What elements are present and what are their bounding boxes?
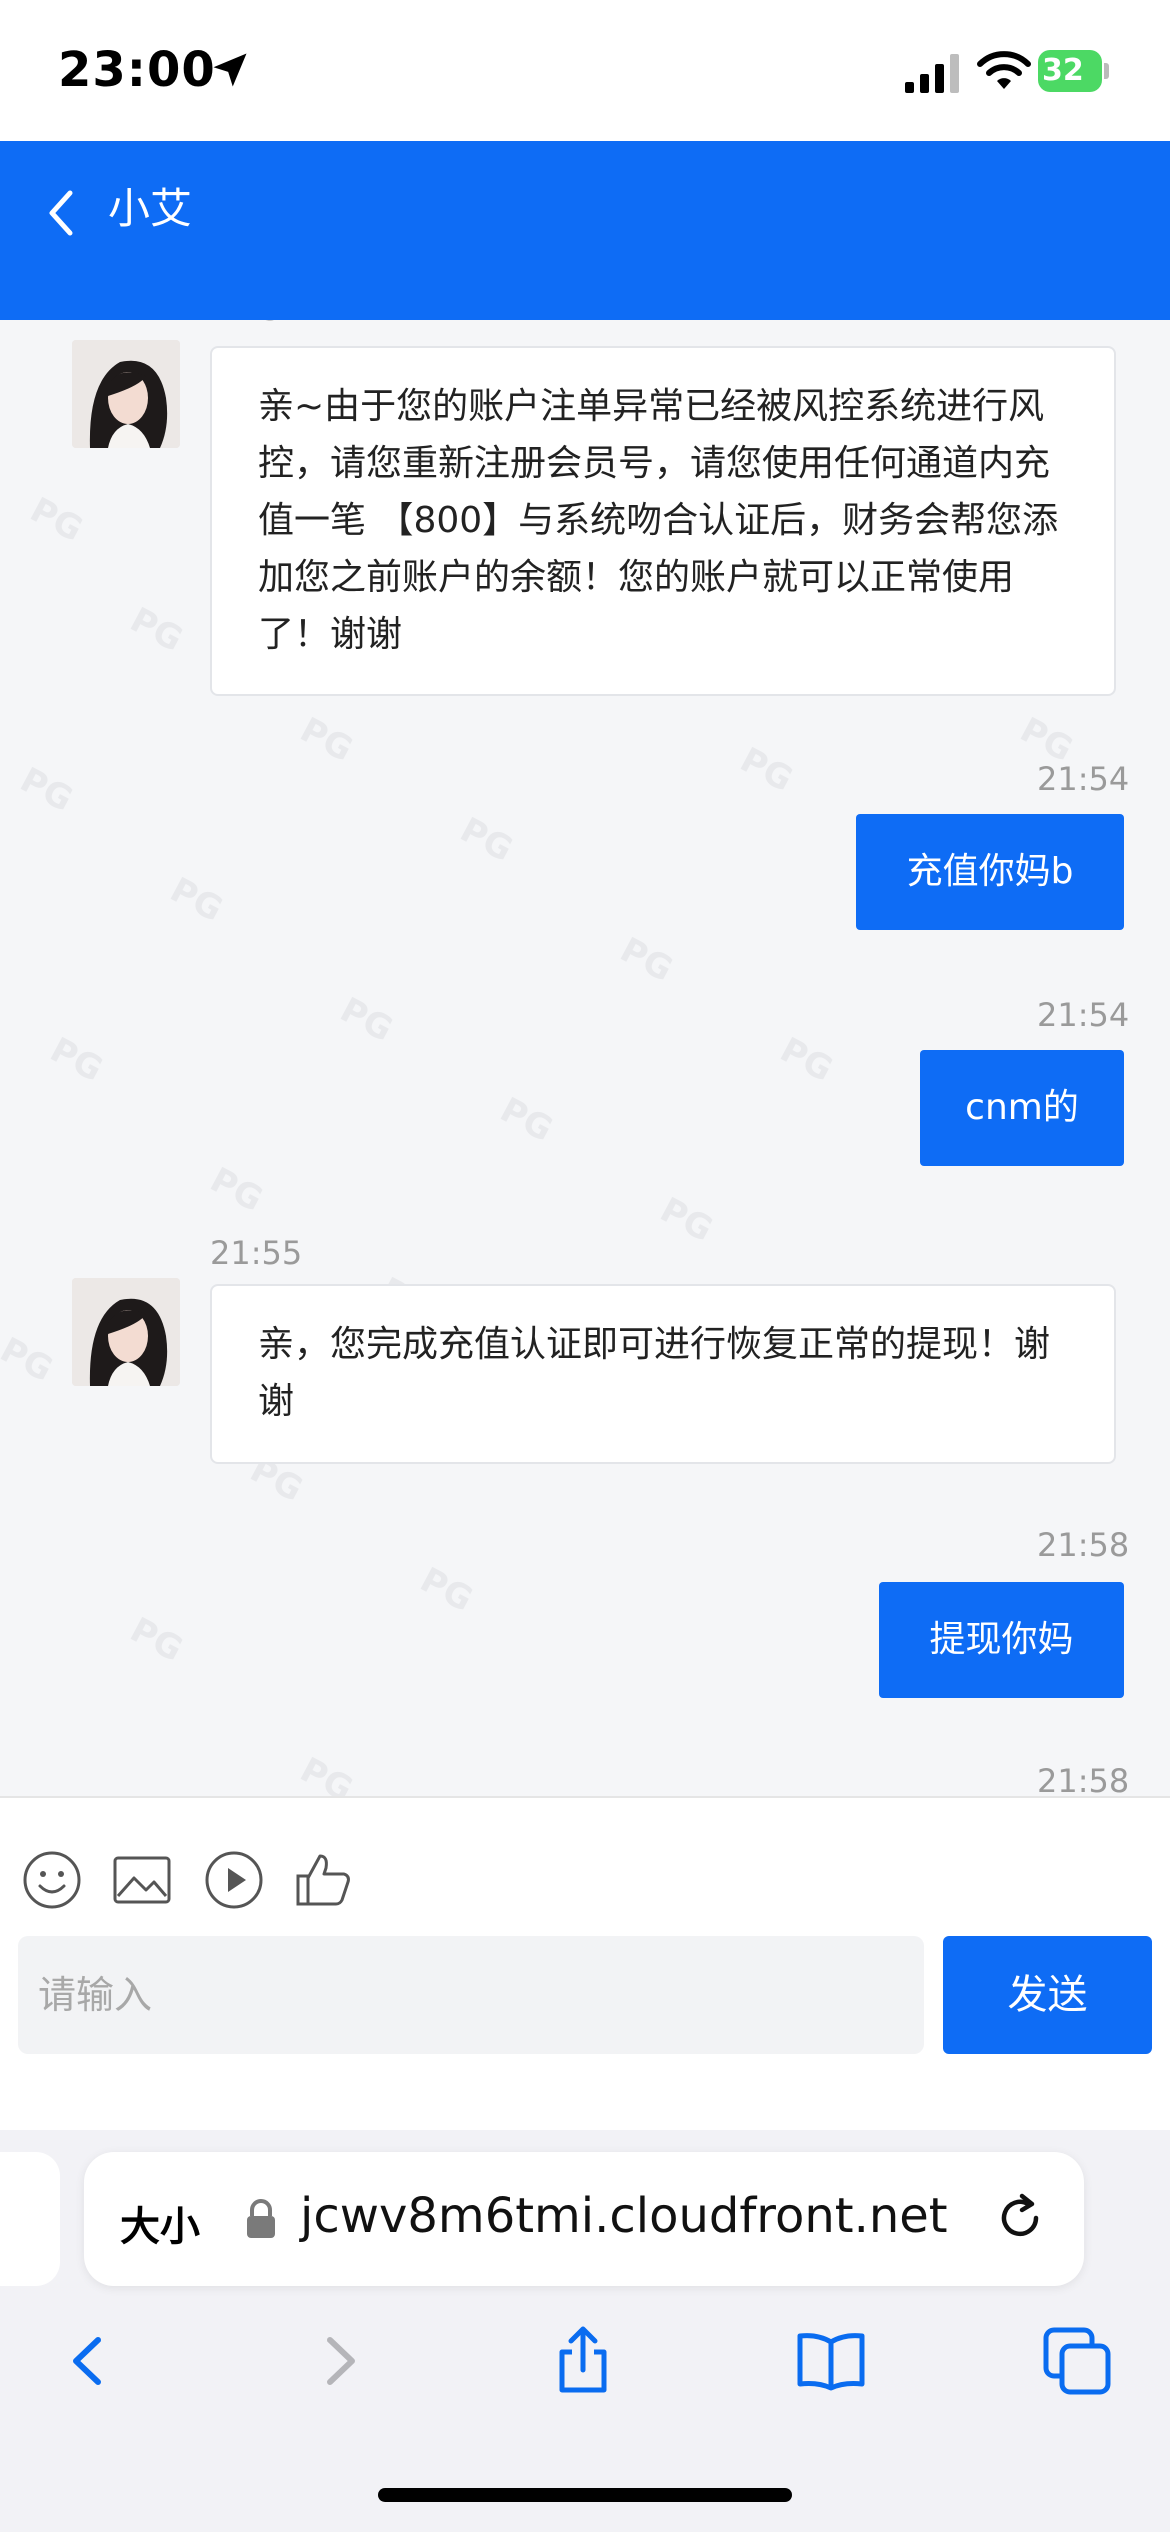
watermark: PG xyxy=(0,1329,60,1391)
share-icon[interactable] xyxy=(548,2326,618,2396)
outgoing-message-bubble: 提现你妈 xyxy=(879,1582,1124,1698)
incoming-message-bubble: 亲~由于您的账户注单异常已经被风控系统进行风控，请您重新注册会员号，请您使用任何… xyxy=(210,346,1116,696)
image-icon[interactable] xyxy=(112,1850,172,1910)
battery-level: 32 xyxy=(1038,50,1102,92)
message-input[interactable] xyxy=(18,1936,924,2054)
text-size-button[interactable]: 大小 xyxy=(120,2194,200,2252)
watermark: PG xyxy=(13,759,80,821)
lock-icon xyxy=(247,2199,275,2238)
back-chevron-icon[interactable] xyxy=(36,173,86,253)
watermark: PG xyxy=(123,1609,190,1671)
cellular-signal-icon xyxy=(905,54,959,93)
message-timestamp: 21:54 xyxy=(210,320,302,328)
agent-avatar xyxy=(72,1278,180,1386)
location-arrow-icon xyxy=(213,53,247,87)
incoming-message-bubble: 亲，您完成充值认证即可进行恢复正常的提现！谢谢 xyxy=(210,1284,1116,1464)
home-indicator[interactable] xyxy=(378,2488,792,2502)
watermark: PG xyxy=(163,869,230,931)
emoji-icon[interactable] xyxy=(22,1850,82,1910)
message-timestamp: 21:58 xyxy=(1037,1762,1130,1796)
watermark: PG xyxy=(613,929,680,991)
status-time: 23:00 xyxy=(58,42,216,98)
watermark: PG xyxy=(413,1559,480,1621)
reload-icon[interactable] xyxy=(992,2190,1048,2246)
watermark: PG xyxy=(453,809,520,871)
watermark: PG xyxy=(653,1189,720,1251)
bookmarks-icon[interactable] xyxy=(796,2326,866,2396)
back-arrow-icon[interactable] xyxy=(54,2326,124,2396)
message-timestamp: 21:54 xyxy=(1037,760,1130,798)
outgoing-message-bubble: cnm的 xyxy=(920,1050,1124,1166)
message-list[interactable]: PG PG PG PG PG PG PG PG PG PG PG PG PG P… xyxy=(0,320,1170,1796)
send-button[interactable]: 发送 xyxy=(943,1936,1152,2054)
watermark: PG xyxy=(333,989,400,1051)
video-play-icon[interactable] xyxy=(204,1850,264,1910)
previous-tab-preview[interactable] xyxy=(0,2152,60,2286)
battery-indicator: 32 xyxy=(1038,50,1110,94)
url-text[interactable]: jcwv8m6tmi.cloudfront.net xyxy=(300,2188,948,2244)
message-timestamp: 21:54 xyxy=(1037,996,1130,1034)
chat-title: 小艾 xyxy=(108,184,193,233)
message-timestamp: 21:55 xyxy=(210,1234,303,1272)
watermark: PG xyxy=(733,739,800,801)
wifi-icon xyxy=(977,51,1031,89)
battery-tip xyxy=(1104,63,1109,79)
message-composer: 发送 xyxy=(0,1796,1170,2132)
watermark: PG xyxy=(493,1089,560,1151)
watermark: PG xyxy=(203,1159,270,1221)
message-timestamp: 21:58 xyxy=(1037,1526,1130,1564)
watermark: PG xyxy=(43,1029,110,1091)
agent-avatar xyxy=(72,340,180,448)
watermark: PG xyxy=(293,709,360,771)
forward-arrow-icon[interactable] xyxy=(304,2326,374,2396)
watermark: PG xyxy=(293,1749,360,1796)
address-bar[interactable]: 大小 jcwv8m6tmi.cloudfront.net xyxy=(84,2152,1084,2286)
outgoing-message-bubble: 充值你妈b xyxy=(856,814,1124,930)
watermark: PG xyxy=(773,1029,840,1091)
chat-header: 小艾 xyxy=(0,141,1170,320)
browser-toolbar: 大小 jcwv8m6tmi.cloudfront.net xyxy=(0,2130,1170,2532)
tabs-icon[interactable] xyxy=(1042,2326,1112,2396)
watermark: PG xyxy=(123,599,190,661)
thumbs-up-icon[interactable] xyxy=(294,1850,354,1910)
watermark: PG xyxy=(23,489,90,551)
status-bar: 23:00 32 xyxy=(0,0,1170,141)
